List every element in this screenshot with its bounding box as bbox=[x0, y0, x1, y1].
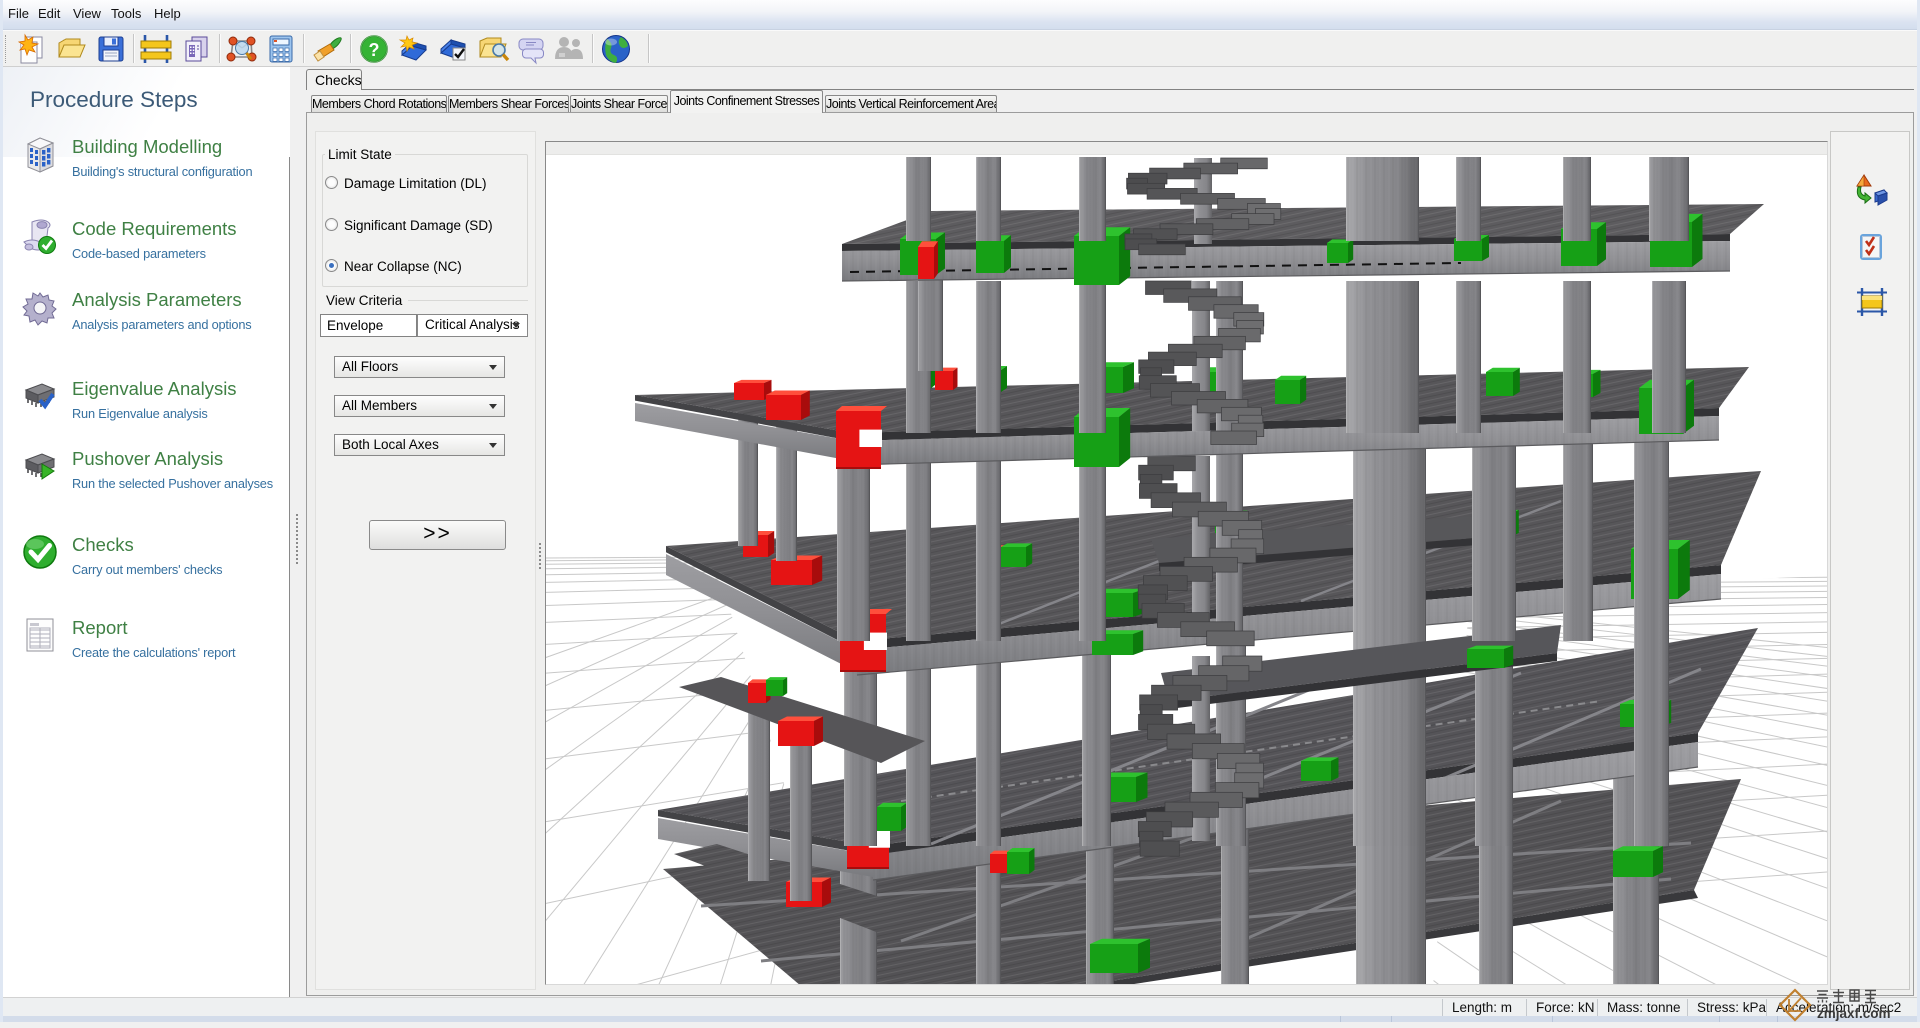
svg-text:zmjaxf.com: zmjaxf.com bbox=[1817, 1006, 1891, 1021]
svg-text:?: ? bbox=[369, 40, 380, 60]
